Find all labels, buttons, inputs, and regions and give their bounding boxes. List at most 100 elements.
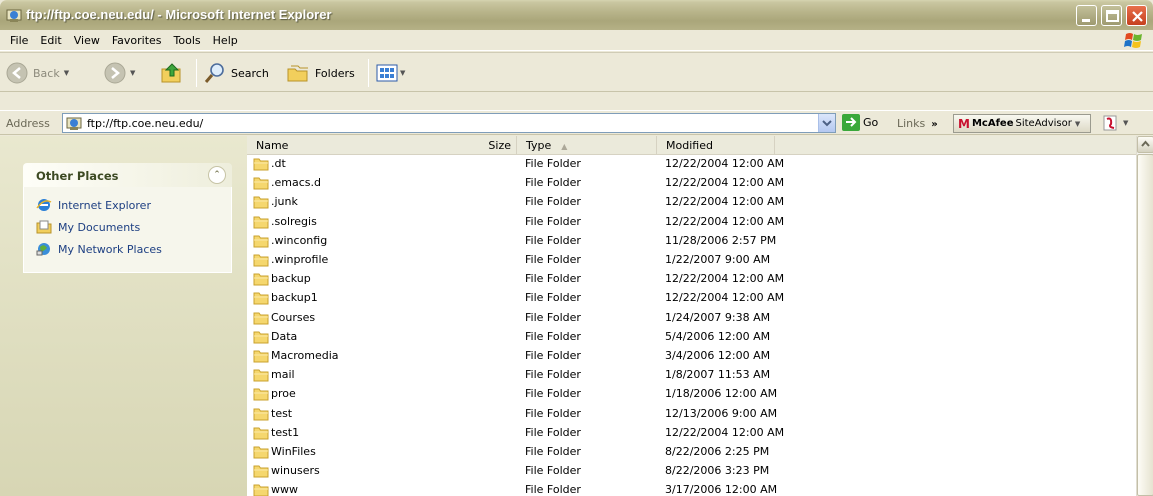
file-modified: 1/24/2007 9:38 AM [665,311,771,324]
table-row[interactable]: .emacs.d File Folder 12/22/2004 12:00 AM [247,174,1136,193]
table-row[interactable]: test File Folder 12/13/2006 9:00 AM [247,405,1136,424]
sort-ascending-icon: ▲ [561,142,568,151]
table-row[interactable]: WinFiles File Folder 8/22/2006 2:25 PM [247,443,1136,462]
menu-file[interactable]: File [4,30,34,51]
folder-icon [253,350,269,363]
table-row[interactable]: www File Folder 3/17/2006 12:00 AM [247,481,1136,496]
folder-icon [253,254,269,267]
close-icon [1132,11,1143,22]
scrollbar-thumb[interactable] [1137,154,1153,496]
mcafee-siteadvisor-button[interactable]: M McAfee SiteAdvisor ▼ [953,114,1091,133]
go-button[interactable]: Go [842,114,878,131]
menu-help[interactable]: Help [207,30,244,51]
folder-icon [253,312,269,325]
table-row[interactable]: Data File Folder 5/4/2006 12:00 AM [247,328,1136,347]
search-button[interactable]: Search [203,59,269,87]
sidebar-item-my-network-places[interactable]: My Network Places [24,238,231,260]
file-name: backup1 [271,291,318,304]
table-row[interactable]: .winprofile File Folder 1/22/2007 9:00 AM [247,251,1136,270]
menu-view[interactable]: View [68,30,106,51]
chevron-up-icon [1141,140,1150,147]
mcafee-logo-icon: M [958,116,970,131]
file-type: File Folder [525,215,581,228]
back-arrow-icon [6,62,28,84]
file-name: winusers [271,464,320,477]
address-input[interactable]: ftp://ftp.coe.neu.edu/ [62,113,836,133]
file-modified: 12/22/2004 12:00 AM [665,291,785,304]
table-row[interactable]: backup File Folder 12/22/2004 12:00 AM [247,270,1136,289]
other-places-header[interactable]: Other Places ⌃ [23,163,232,187]
forward-button[interactable]: ▼ [104,59,135,87]
folders-button[interactable]: Folders [286,59,355,87]
folders-label: Folders [315,66,355,80]
folder-icon [253,273,269,286]
scroll-up-button[interactable] [1137,136,1153,153]
file-modified: 3/4/2006 12:00 AM [665,349,771,362]
table-row[interactable]: test1 File Folder 12/22/2004 12:00 AM [247,424,1136,443]
file-modified: 12/22/2004 12:00 AM [665,215,785,228]
table-row[interactable]: proe File Folder 1/18/2006 12:00 AM [247,385,1136,404]
pdf-button[interactable]: ▼ [1102,114,1128,132]
file-type: File Folder [525,157,581,170]
go-arrow-icon [842,114,860,131]
file-type: File Folder [525,368,581,381]
network-places-icon [36,243,50,256]
column-header-type[interactable]: Type ▲ [517,136,657,155]
sidebar-item-my-documents[interactable]: My Documents [24,216,231,238]
minimize-button[interactable] [1076,5,1097,26]
close-button[interactable] [1126,5,1147,26]
folder-icon [253,158,269,171]
file-name: Courses [271,311,316,324]
file-modified: 1/22/2007 9:00 AM [665,253,771,266]
column-header-modified[interactable]: Modified [657,136,775,155]
folder-icon [253,216,269,229]
views-dropdown-icon: ▼ [400,69,406,77]
table-row[interactable]: winusers File Folder 8/22/2006 3:23 PM [247,462,1136,481]
table-row[interactable]: .junk File Folder 12/22/2004 12:00 AM [247,193,1136,212]
column-size-label: Size [488,139,511,152]
back-button[interactable]: Back ▼ [6,59,69,87]
up-button[interactable] [160,59,184,87]
go-label: Go [863,116,879,129]
links-toolbar[interactable]: Links » [897,117,938,130]
address-label: Address [6,117,50,130]
file-type: File Folder [525,195,581,208]
table-row[interactable]: .dt File Folder 12/22/2004 12:00 AM [247,155,1136,174]
maximize-button[interactable] [1101,5,1122,26]
file-modified: 5/4/2006 12:00 AM [665,330,771,343]
vertical-scrollbar[interactable] [1136,136,1153,496]
standard-toolbar: Back ▼ ▼ Search Folders ▼ [0,52,1153,92]
file-modified: 12/22/2004 12:00 AM [665,272,785,285]
my-documents-icon [36,220,52,234]
column-header-size[interactable]: Size [447,136,517,155]
menu-favorites[interactable]: Favorites [106,30,168,51]
collapse-chevron-icon[interactable]: ⌃ [208,166,226,184]
file-modified: 12/13/2006 9:00 AM [665,407,778,420]
file-list-view[interactable]: Name Size Type ▲ Modified .dt File Folder 1… [247,136,1136,496]
address-dropdown-button[interactable] [818,114,835,132]
table-row[interactable]: mail File Folder 1/8/2007 11:53 AM [247,366,1136,385]
file-modified: 12/22/2004 12:00 AM [665,176,785,189]
menu-tools[interactable]: Tools [168,30,207,51]
table-row[interactable]: .winconfig File Folder 11/28/2006 2:57 PM [247,232,1136,251]
table-row[interactable]: backup1 File Folder 12/22/2004 12:00 AM [247,289,1136,308]
title-bar[interactable]: ftp://ftp.coe.neu.edu/ - Microsoft Inter… [0,0,1153,30]
table-row[interactable]: .solregis File Folder 12/22/2004 12:00 AM [247,213,1136,232]
chevron-right-icon: » [931,119,938,130]
views-button[interactable]: ▼ [376,59,405,87]
sidebar-item-label: My Network Places [58,242,162,256]
menu-edit[interactable]: Edit [34,30,67,51]
table-row[interactable]: Macromedia File Folder 3/4/2006 12:00 AM [247,347,1136,366]
pdf-icon [1103,115,1117,131]
table-row[interactable]: Courses File Folder 1/24/2007 9:38 AM [247,309,1136,328]
search-label: Search [231,66,269,80]
folder-icon [253,446,269,459]
ftp-site-icon [66,117,82,130]
file-type: File Folder [525,349,581,362]
sidebar-item-internet-explorer[interactable]: Internet Explorer [24,194,231,216]
file-name: test [271,407,293,420]
file-name: proe [271,387,296,400]
column-modified-label: Modified [666,139,713,152]
file-name: .junk [271,195,298,208]
file-type: File Folder [525,407,581,420]
